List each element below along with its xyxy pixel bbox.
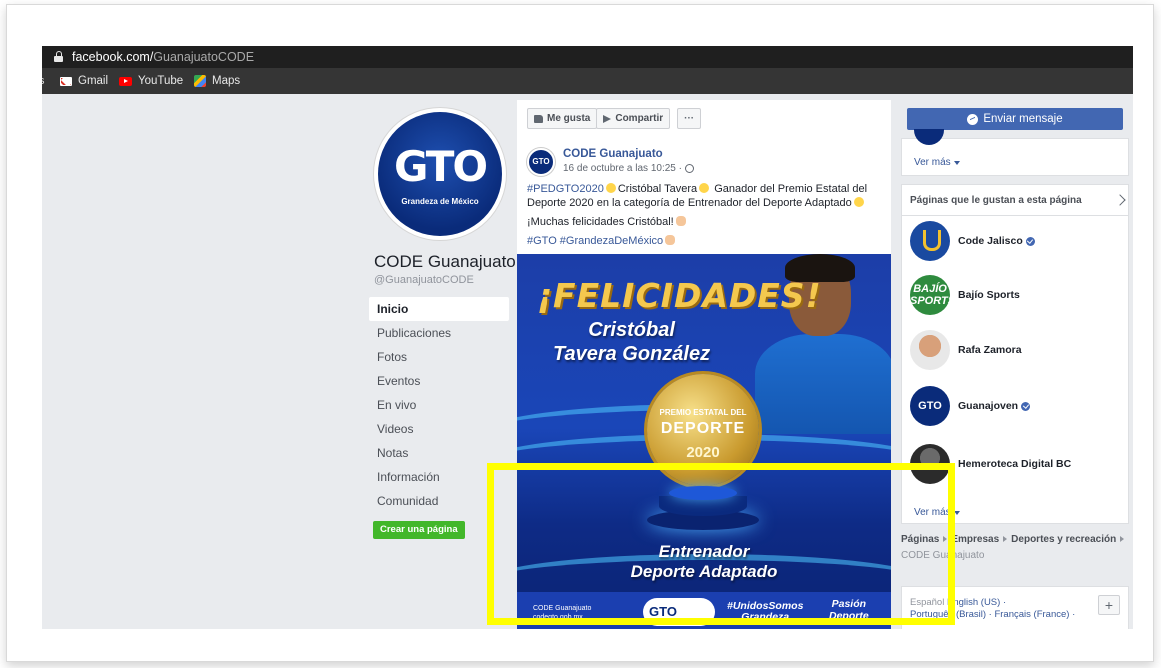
gto-logo-text: GTO [393, 142, 488, 191]
verified-badge-icon [1025, 236, 1035, 246]
current-language: Español [910, 597, 945, 608]
avatar [910, 221, 950, 261]
liked-page-item[interactable]: Code Jalisco [910, 220, 1120, 262]
bookmark-youtube[interactable]: YouTube [119, 75, 183, 87]
caret-down-icon [953, 160, 960, 165]
medal-icon: PREMIO ESTATAL DEL DEPORTE 2020 [647, 374, 759, 486]
page-action-bar: Me gusta Compartir ··· [527, 108, 702, 129]
chevron-right-icon[interactable] [1114, 194, 1126, 206]
nav-item-notas[interactable]: Notas [369, 441, 509, 465]
nav-item-informacion[interactable]: Información [369, 465, 509, 489]
like-page-button[interactable]: Me gusta [527, 108, 598, 129]
liked-pages-card: Páginas que le gustan a esta página Code… [901, 184, 1129, 524]
winner-name: Cristóbal Tavera González [553, 319, 711, 365]
star-emoji-icon [699, 183, 710, 193]
liked-page-item[interactable]: BAJÍO SPORTS Bajío Sports [910, 274, 1120, 316]
breadcrumb-link[interactable]: Deportes y recreación [1011, 534, 1116, 545]
partial-avatar [914, 129, 944, 145]
gto-logo: GTO Grandeza de México [378, 112, 502, 236]
post-body: #PEDGTO2020 Cristóbal Tavera Ganador del … [527, 183, 868, 247]
star-emoji-icon [853, 197, 864, 207]
gmail-icon [60, 76, 72, 86]
nav-item-en-vivo[interactable]: En vivo [369, 393, 509, 417]
avatar [910, 330, 950, 370]
more-options-button[interactable]: ··· [677, 108, 702, 129]
hands-emoji-icon [665, 235, 676, 245]
bookmarks-bar: s Gmail YouTube Maps [42, 68, 1133, 94]
see-more-link[interactable]: Ver más [914, 157, 960, 168]
page-nav: Inicio Publicaciones Fotos Eventos En vi… [369, 297, 509, 513]
breadcrumb-link[interactable]: Empresas [951, 534, 999, 545]
post-author-avatar[interactable]: GTO [527, 148, 555, 176]
hashtag-link[interactable]: #PEDGTO2020 [527, 183, 604, 195]
nav-item-inicio[interactable]: Inicio [369, 297, 509, 321]
address-bar[interactable]: facebook.com/GuanajuatoCODE [42, 46, 1133, 68]
url-text[interactable]: facebook.com/GuanajuatoCODE [72, 50, 254, 64]
star-emoji-icon [605, 183, 616, 193]
breadcrumb-arrow-icon [1003, 536, 1008, 542]
page-title[interactable]: CODE Guanajuato [374, 252, 516, 272]
breadcrumb-arrow-icon [943, 536, 948, 542]
post-image[interactable]: ¡FELICIDADES! Cristóbal Tavera González … [517, 254, 891, 629]
see-more-link[interactable]: Ver más [914, 507, 960, 518]
nav-item-videos[interactable]: Videos [369, 417, 509, 441]
post-card: Me gusta Compartir ··· GTO CODE Guanajua… [517, 100, 891, 629]
image-headline: ¡FELICIDADES! [537, 276, 822, 315]
liked-pages-title[interactable]: Páginas que le gustan a esta página [910, 195, 1082, 206]
clap-emoji-icon [675, 216, 686, 226]
verified-badge-icon [1021, 401, 1031, 411]
breadcrumb-arrow-icon [1120, 536, 1125, 542]
language-link[interactable]: English (US) · [947, 597, 1006, 608]
hashtag-links[interactable]: #GTO #GrandezaDeMéxico [527, 235, 663, 247]
nav-item-fotos[interactable]: Fotos [369, 345, 509, 369]
post-author-name[interactable]: CODE Guanajuato [563, 148, 663, 160]
avatar [910, 444, 950, 484]
liked-page-item[interactable]: Hemeroteca Digital BC [910, 443, 1120, 485]
breadcrumb-current: CODE Guanajuato [901, 550, 985, 561]
add-language-button[interactable]: + [1098, 595, 1120, 615]
caret-down-icon [953, 510, 960, 515]
lock-icon [54, 51, 63, 62]
gto-logo-subtitle: Grandeza de México [401, 197, 479, 206]
bookmark-maps[interactable]: Maps [194, 75, 240, 87]
nav-item-comunidad[interactable]: Comunidad [369, 489, 509, 513]
language-link[interactable]: Português (Brasil) · Français (France) · [910, 609, 1075, 620]
browser-window: facebook.com/GuanajuatoCODE s Gmail YouT… [42, 46, 1133, 629]
nav-item-publicaciones[interactable]: Publicaciones [369, 321, 509, 345]
bookmark-gmail[interactable]: Gmail [60, 75, 108, 87]
liked-page-item[interactable]: GTO Guanajoven [910, 385, 1120, 427]
page-handle[interactable]: @GuanajuatoCODE [374, 274, 474, 286]
globe-icon [684, 164, 694, 173]
youtube-icon [119, 76, 132, 86]
share-arrow-icon [603, 114, 612, 123]
thumbs-up-icon [534, 114, 543, 123]
liked-page-item[interactable]: Rafa Zamora [910, 329, 1120, 371]
avatar: BAJÍO SPORTS [910, 275, 950, 315]
avatar: GTO [910, 386, 950, 426]
language-card: Español English (US) · Português (Brasil… [901, 586, 1129, 629]
nav-item-eventos[interactable]: Eventos [369, 369, 509, 393]
image-footer: CODE Guanajuato codegto.gob.mx GTO #Unido… [517, 592, 891, 629]
gto-footer-logo: GTO [643, 598, 715, 626]
maps-icon [194, 75, 206, 87]
send-message-button[interactable]: Enviar mensaje [907, 108, 1123, 130]
create-page-button[interactable]: Crear una página [373, 521, 465, 539]
share-button[interactable]: Compartir [596, 108, 671, 129]
breadcrumb-link[interactable]: Páginas [901, 534, 939, 545]
podium-icon [647, 486, 759, 530]
bookmark-truncated[interactable]: s [42, 75, 45, 87]
award-category: Entrenador Deporte Adaptado [630, 542, 778, 581]
about-card: Ver más [901, 129, 1129, 176]
messenger-icon [967, 113, 979, 125]
post-timestamp[interactable]: 16 de octubre a las 10:25 · [563, 163, 694, 174]
category-breadcrumb: Páginas Empresas Deportes y recreación COD… [901, 532, 1129, 564]
profile-picture[interactable]: GTO Grandeza de México [374, 108, 506, 240]
